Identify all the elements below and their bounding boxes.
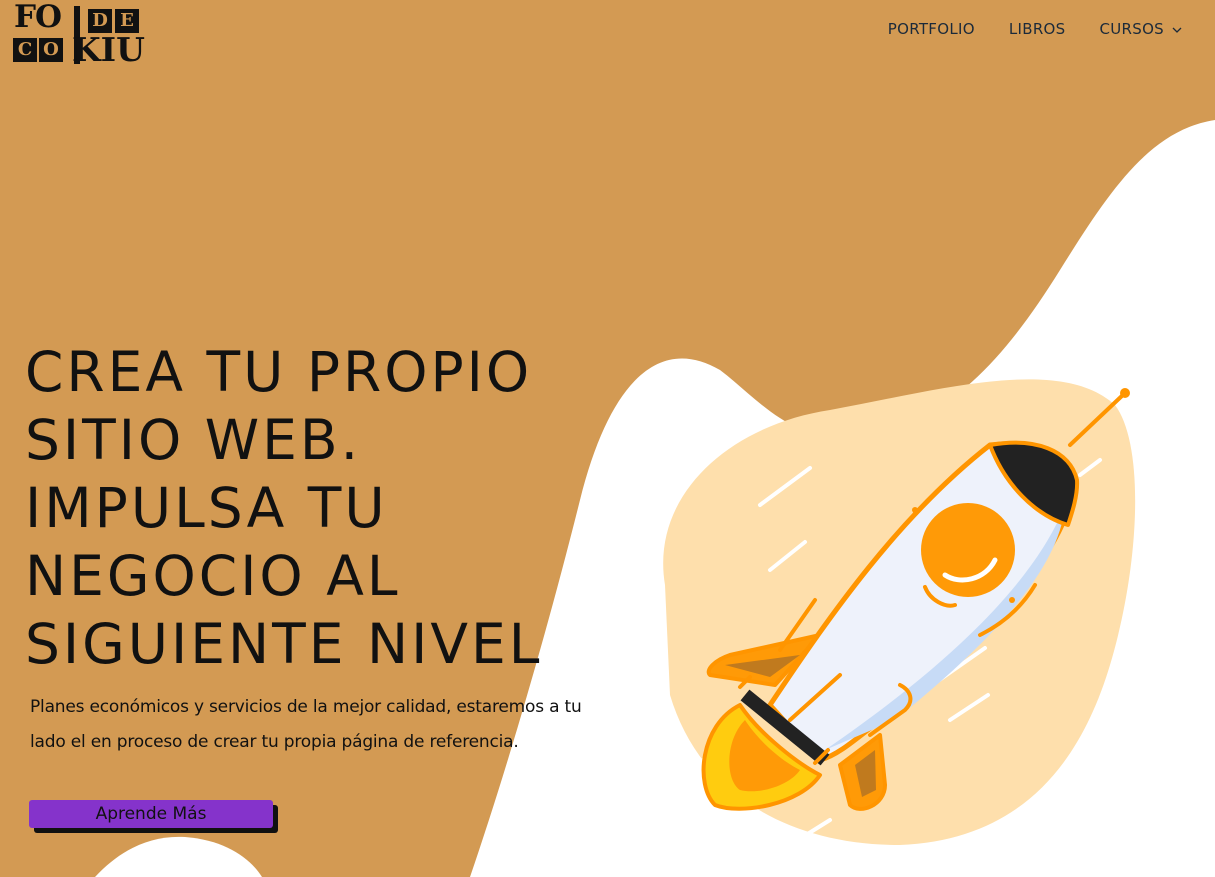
- hero-subtitle: Planes económicos y servicios de la mejo…: [30, 697, 582, 752]
- logo-text-bottom: KIU: [72, 30, 145, 69]
- cta-container: Aprende Más: [29, 800, 279, 834]
- hero-title-line: CREA TU PROPIO: [25, 340, 533, 404]
- learn-more-button[interactable]: Aprende Más: [29, 800, 273, 828]
- rocket-illustration: [663, 379, 1136, 845]
- hero-title-line: IMPULSA TU: [25, 476, 388, 540]
- logo-text-top: FO: [14, 0, 62, 35]
- hero-title-line: SIGUIENTE NIVEL: [25, 612, 543, 676]
- hero-title-line: NEGOCIO AL: [25, 544, 401, 608]
- nav-item-cursos[interactable]: CURSOS: [1099, 20, 1182, 38]
- site-logo[interactable]: FO D E C O KIU: [12, 2, 157, 68]
- chevron-down-icon: [1172, 27, 1182, 33]
- nav-item-label: PORTFOLIO: [887, 20, 975, 38]
- nav-item-portfolio[interactable]: PORTFOLIO: [888, 20, 975, 38]
- nav-item-label: CURSOS: [1099, 20, 1164, 38]
- hero-title: CREA TU PROPIO SITIO WEB. IMPULSA TU NEG…: [25, 338, 625, 678]
- hero-title-line: SITIO WEB.: [25, 408, 362, 472]
- main-nav: PORTFOLIO LIBROS CURSOS: [888, 20, 1182, 38]
- nav-item-libros[interactable]: LIBROS: [1009, 20, 1066, 38]
- rocket-window: [921, 503, 1015, 597]
- logo-box-c: C: [13, 38, 37, 62]
- logo-box-o: O: [39, 38, 63, 62]
- nav-item-label: LIBROS: [1008, 20, 1066, 38]
